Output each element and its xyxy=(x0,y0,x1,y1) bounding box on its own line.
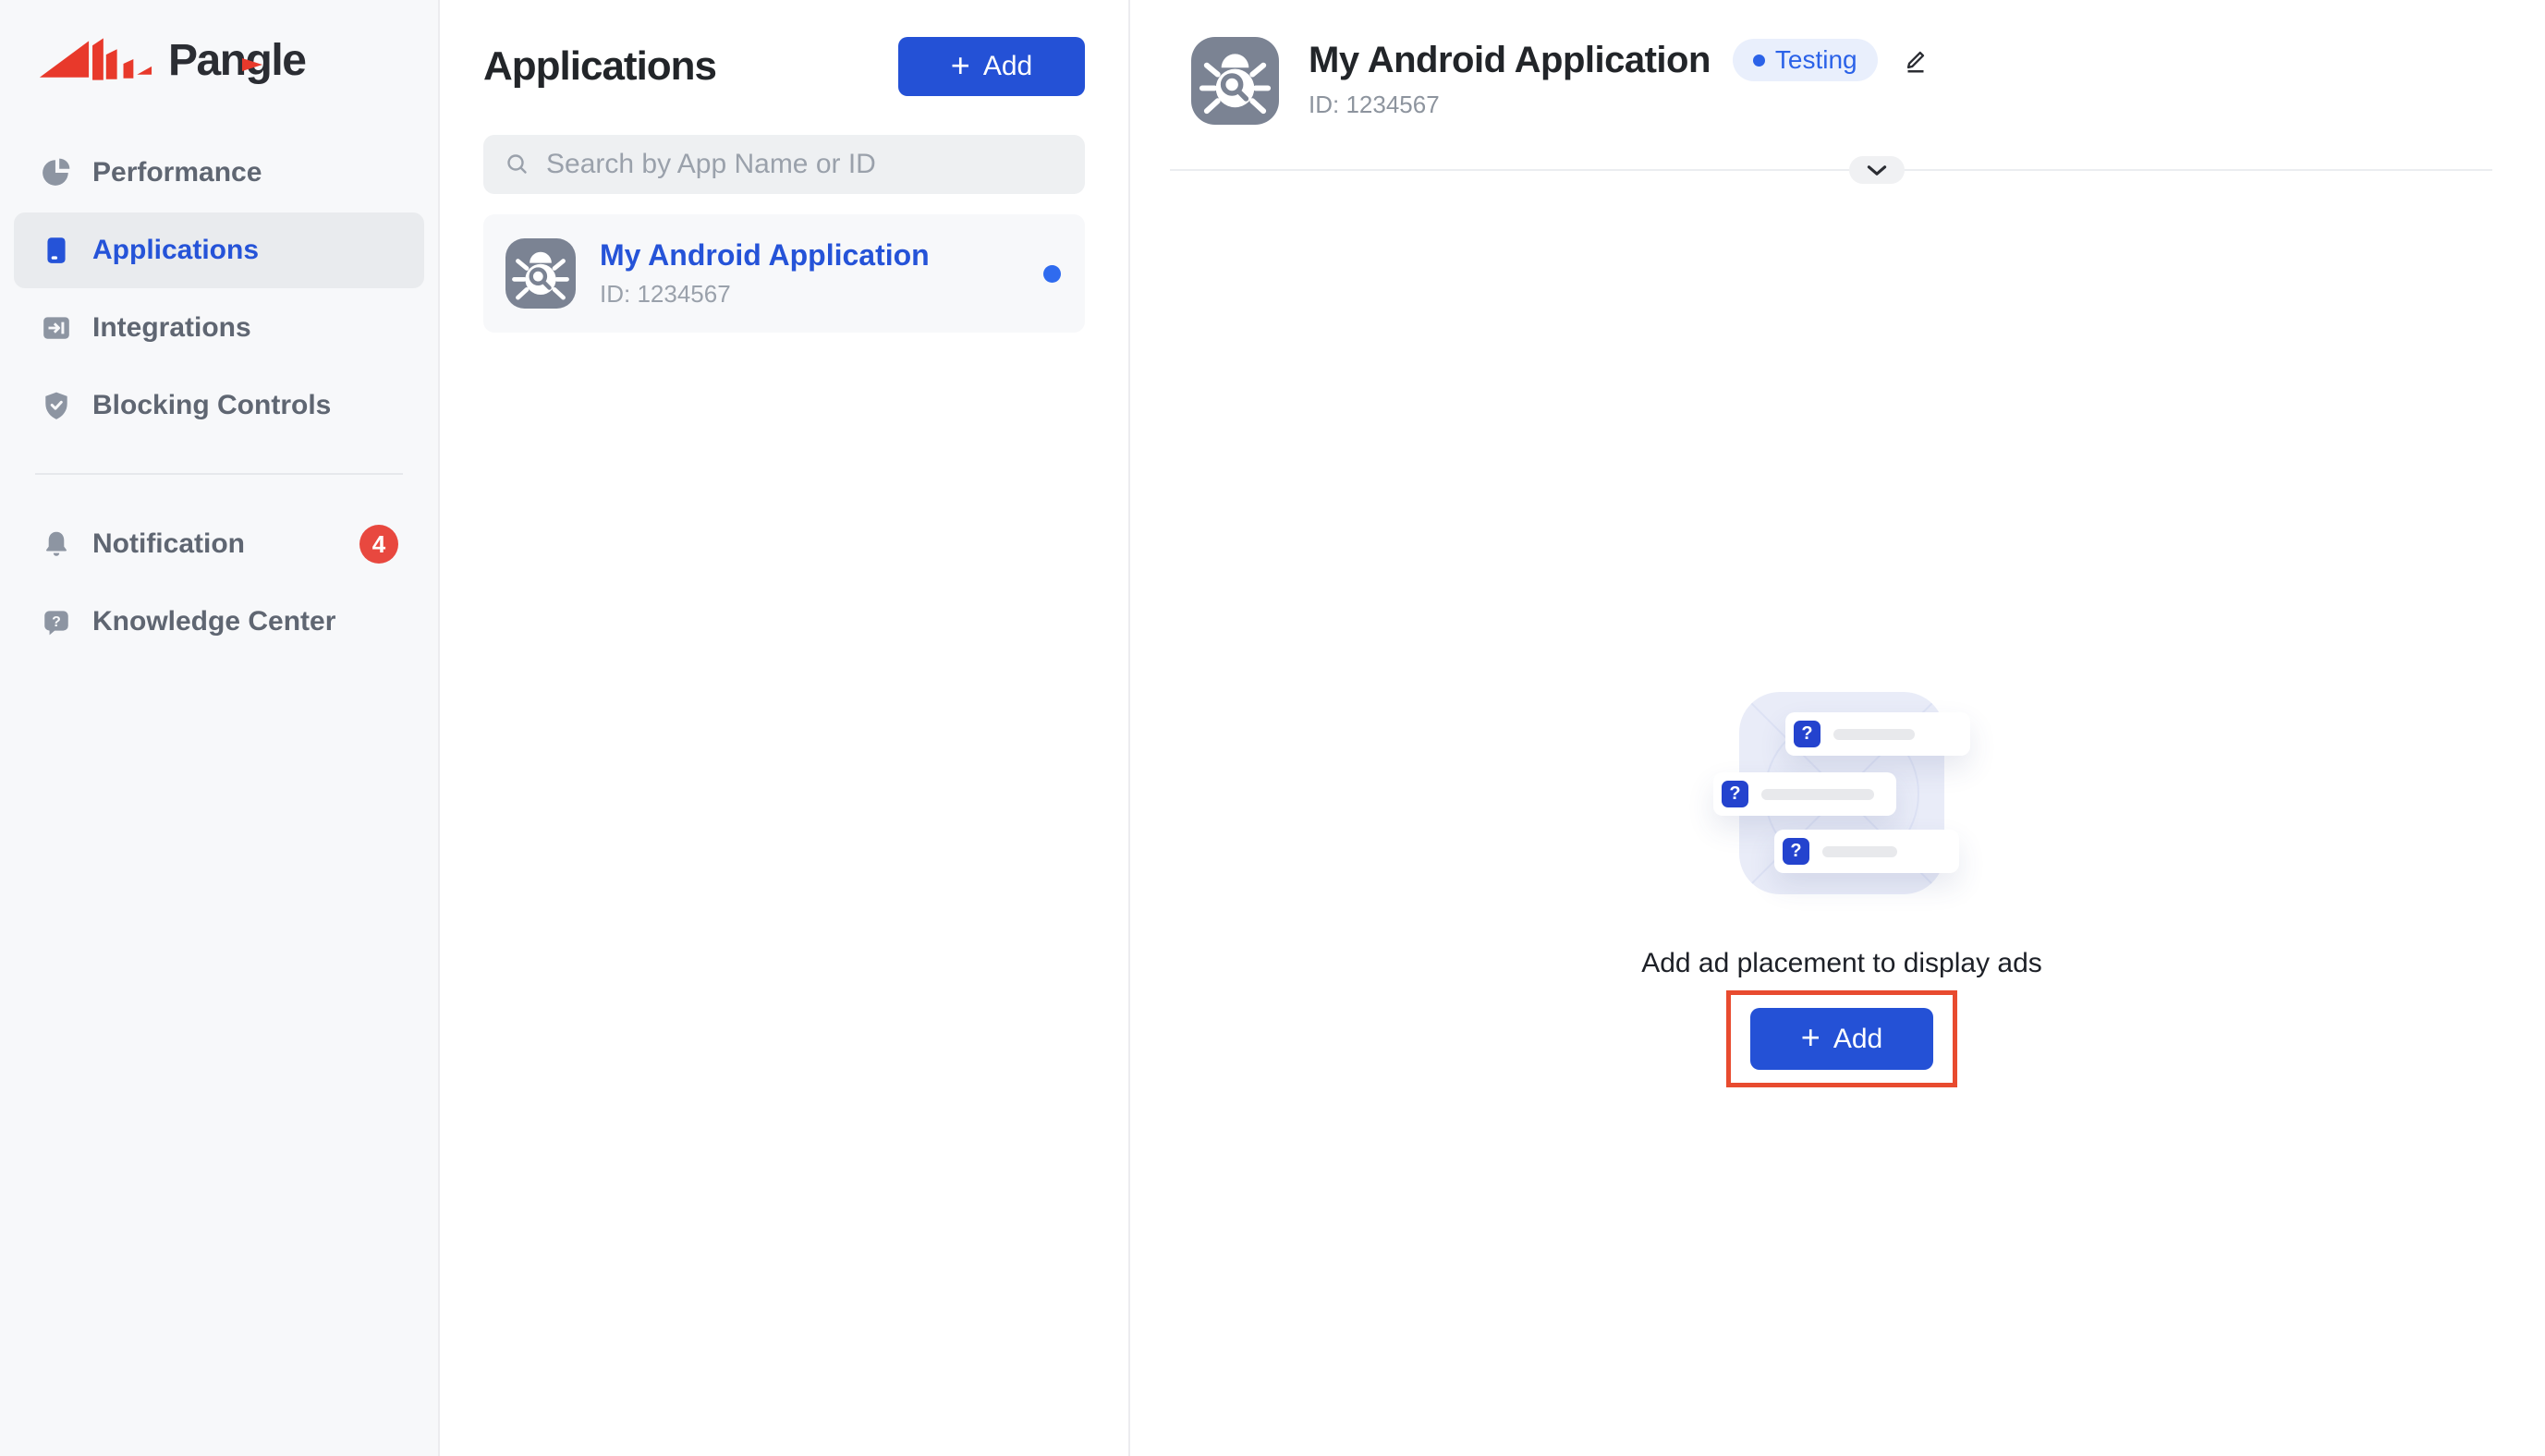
add-button-label: Add xyxy=(1833,1024,1882,1055)
debug-app-icon xyxy=(1191,37,1279,125)
question-icon: ? xyxy=(1794,721,1820,747)
plus-icon: + xyxy=(951,49,970,82)
notification-count-badge: 4 xyxy=(359,525,398,564)
brand-name: Pangle xyxy=(168,36,305,85)
pangle-logo[interactable]: Pangle xyxy=(0,33,438,89)
bell-icon xyxy=(41,528,72,560)
applications-panel-header: Applications + Add xyxy=(483,37,1085,96)
empty-state-message: Add ad placement to display ads xyxy=(1641,948,2042,979)
placeholder-card: ? xyxy=(1713,772,1896,816)
sidebar: Pangle Performance xyxy=(0,0,440,1456)
sidebar-item-label: Blocking Controls xyxy=(92,390,331,421)
svg-text:?: ? xyxy=(52,614,61,630)
search-icon xyxy=(502,149,533,180)
chevron-down-icon xyxy=(1867,164,1887,176)
header-divider xyxy=(1170,169,2492,171)
app-detail-header: My Android Application Testing ID: 12345… xyxy=(1191,37,2492,125)
status-dot-icon xyxy=(1753,55,1765,67)
question-icon: ? xyxy=(1783,838,1809,865)
brand-wordmark: Pangle xyxy=(168,38,305,84)
app-name: My Android Application xyxy=(600,238,930,273)
sidebar-item-knowledge-center[interactable]: ? Knowledge Center xyxy=(14,584,424,660)
add-button-label: Add xyxy=(983,51,1032,82)
sidebar-divider xyxy=(35,473,403,475)
placeholder-bar xyxy=(1833,729,1915,740)
app-detail-meta: My Android Application Testing ID: 12345… xyxy=(1309,37,1931,119)
applications-book-icon xyxy=(41,235,72,266)
app-meta: My Android Application ID: 1234567 xyxy=(600,238,930,309)
app-detail-panel: My Android Application Testing ID: 12345… xyxy=(1130,0,2545,1456)
applications-panel: Applications + Add My Andr xyxy=(440,0,1130,1456)
pie-chart-icon xyxy=(41,157,72,188)
pangle-logo-icon xyxy=(33,38,155,84)
add-application-button[interactable]: + Add xyxy=(898,37,1085,96)
app-list-item[interactable]: My Android Application ID: 1234567 xyxy=(483,214,1085,333)
shield-check-icon xyxy=(41,390,72,421)
sidebar-item-label: Integrations xyxy=(92,312,251,344)
placeholder-bar xyxy=(1822,846,1897,857)
sidebar-item-applications[interactable]: Applications xyxy=(14,212,424,288)
sidebar-item-performance[interactable]: Performance xyxy=(14,135,424,211)
search-input[interactable] xyxy=(483,135,1085,194)
placeholder-card: ? xyxy=(1774,830,1959,873)
sidebar-item-label: Performance xyxy=(92,157,262,188)
edit-app-button[interactable] xyxy=(1900,44,1931,76)
status-label: Testing xyxy=(1775,45,1857,75)
add-placement-button[interactable]: + Add xyxy=(1750,1008,1933,1070)
highlight-box: + Add xyxy=(1726,990,1957,1087)
sidebar-item-blocking-controls[interactable]: Blocking Controls xyxy=(14,368,424,443)
app-id: ID: 1234567 xyxy=(600,280,930,309)
integration-import-icon xyxy=(41,312,72,344)
applications-title: Applications xyxy=(483,43,716,90)
sidebar-nav: Performance Applications xyxy=(0,135,438,660)
pencil-icon xyxy=(1900,44,1931,76)
placeholder-card: ? xyxy=(1785,712,1970,756)
sidebar-item-label: Applications xyxy=(92,235,259,266)
collapse-header-button[interactable] xyxy=(1849,156,1905,184)
question-icon: ? xyxy=(1722,781,1748,807)
app-search xyxy=(483,135,1085,194)
selected-indicator-dot xyxy=(1043,265,1061,283)
help-bubble-icon: ? xyxy=(41,606,72,637)
empty-illustration: ? ? ? xyxy=(1713,692,1970,894)
sidebar-item-label: Notification xyxy=(92,528,245,560)
plus-icon: + xyxy=(1801,1021,1820,1054)
placeholder-bar xyxy=(1761,789,1874,800)
status-badge: Testing xyxy=(1733,39,1878,81)
debug-app-icon xyxy=(505,238,576,309)
sidebar-item-label: Knowledge Center xyxy=(92,606,335,637)
pangle-app: Pangle Performance xyxy=(0,0,2545,1456)
app-detail-title: My Android Application xyxy=(1309,40,1711,81)
empty-state: ? ? ? Add ad placement to display ads + … xyxy=(1191,692,2492,1087)
sidebar-item-integrations[interactable]: Integrations xyxy=(14,290,424,366)
sidebar-item-notification[interactable]: Notification 4 xyxy=(14,506,424,582)
app-detail-id: ID: 1234567 xyxy=(1309,91,1931,119)
